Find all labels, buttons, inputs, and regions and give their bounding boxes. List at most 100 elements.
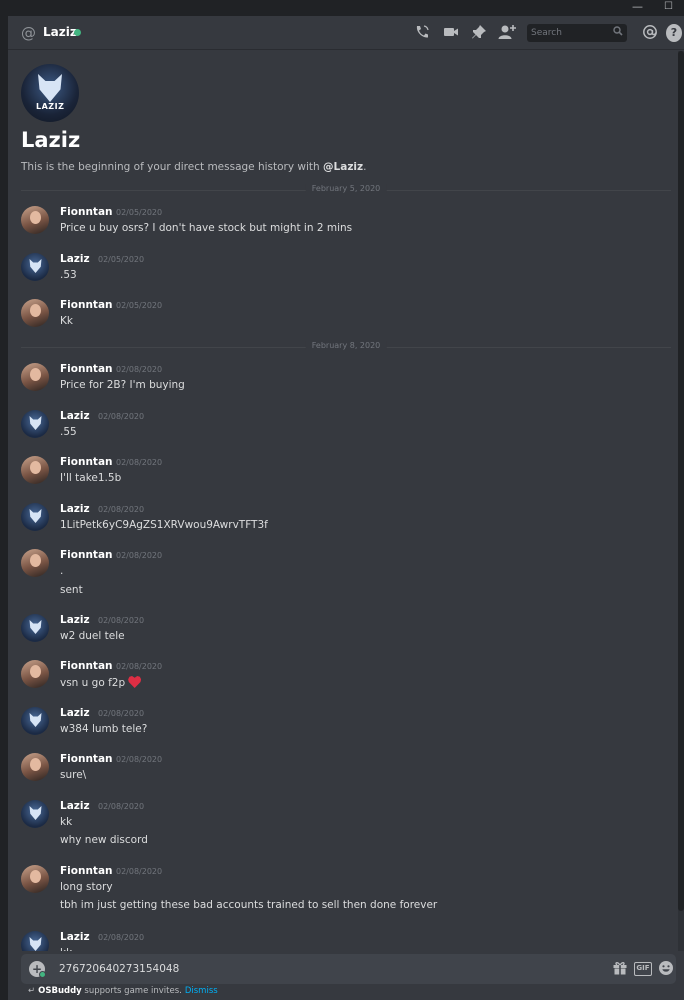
message-text: tbh im just getting these bad accounts t… xyxy=(60,899,438,911)
message-timestamp: 02/05/2020 xyxy=(116,208,163,217)
emoji-icon[interactable] xyxy=(657,960,675,978)
message-text: Price u buy osrs? I don't have stock but… xyxy=(60,222,353,234)
attach-plus-icon[interactable]: + xyxy=(29,961,46,978)
game-invite-notice: ↵ OSBuddy supports game invites. Dismiss xyxy=(28,986,218,996)
search-icon xyxy=(613,26,623,39)
gif-icon[interactable]: GIF xyxy=(634,962,652,976)
message-text: I'll take1.5b xyxy=(60,472,122,484)
avatar[interactable] xyxy=(21,800,49,828)
avatar[interactable] xyxy=(21,456,49,484)
message-text: .53 xyxy=(60,269,77,281)
heart-emoji-icon xyxy=(128,676,142,688)
notice-app-name: OSBuddy xyxy=(38,986,82,996)
message-text: Price for 2B? I'm buying xyxy=(60,379,185,391)
mention-icon[interactable] xyxy=(641,24,659,42)
message-text: Kk xyxy=(60,315,73,327)
search-box[interactable] xyxy=(527,24,627,42)
video-icon[interactable] xyxy=(442,24,460,42)
online-status-icon xyxy=(74,29,81,36)
avatar[interactable] xyxy=(21,931,49,951)
discord-dm-window: @ Laziz ? LAZIZ Laziz xyxy=(8,16,684,1000)
message-author[interactable]: Fionntan xyxy=(60,549,113,561)
dismiss-link[interactable]: Dismiss xyxy=(185,986,218,996)
message-text: 1LitPetk6yC9AgZS1XRVwou9AwrvTFT3f xyxy=(60,519,268,531)
avatar[interactable] xyxy=(21,253,49,281)
message-text: vsn u go f2p xyxy=(60,676,142,689)
gift-icon[interactable] xyxy=(611,960,629,978)
message-author[interactable]: Laziz xyxy=(60,707,90,719)
message-author[interactable]: Fionntan xyxy=(60,206,113,218)
help-icon[interactable]: ? xyxy=(666,24,682,42)
date-divider: February 8, 2020 xyxy=(21,341,671,350)
message-timestamp: 02/05/2020 xyxy=(98,255,145,264)
message-timestamp: 02/08/2020 xyxy=(98,505,145,514)
avatar[interactable] xyxy=(21,299,49,327)
message-list[interactable]: LAZIZ Laziz This is the beginning of you… xyxy=(8,51,684,951)
message-text: kk xyxy=(60,947,72,951)
minimize-window-button[interactable]: — xyxy=(632,0,643,13)
message-author[interactable]: Laziz xyxy=(60,800,90,812)
dm-intro-title: Laziz xyxy=(21,128,81,152)
avatar[interactable] xyxy=(21,614,49,642)
dm-intro-text: This is the beginning of your direct mes… xyxy=(21,161,367,173)
add-friend-icon[interactable] xyxy=(498,24,516,42)
message-timestamp: 02/08/2020 xyxy=(98,802,145,811)
dm-recipient-name[interactable]: Laziz xyxy=(43,25,77,39)
maximize-window-button[interactable]: ☐ xyxy=(664,1,673,12)
reply-arrow-icon: ↵ xyxy=(28,986,36,996)
message-author[interactable]: Fionntan xyxy=(60,753,113,765)
message-text: . xyxy=(60,565,64,577)
notice-text: supports game invites. xyxy=(81,986,182,996)
avatar[interactable] xyxy=(21,363,49,391)
message-input[interactable] xyxy=(59,961,499,977)
message-author[interactable]: Laziz xyxy=(60,614,90,626)
avatar[interactable] xyxy=(21,753,49,781)
avatar-logo-text: LAZIZ xyxy=(36,102,65,111)
message-author[interactable]: Laziz xyxy=(60,931,90,943)
message-timestamp: 02/05/2020 xyxy=(116,301,163,310)
at-icon: @ xyxy=(21,24,36,42)
status-dot-icon xyxy=(39,971,46,978)
avatar[interactable] xyxy=(21,206,49,234)
message-text: sent xyxy=(60,584,83,596)
message-text: kk xyxy=(60,816,73,828)
message-author[interactable]: Fionntan xyxy=(60,363,113,375)
phone-call-icon[interactable] xyxy=(413,24,431,42)
message-timestamp: 02/08/2020 xyxy=(116,365,163,374)
message-timestamp: 02/08/2020 xyxy=(116,867,163,876)
message-author[interactable]: Fionntan xyxy=(60,299,113,311)
scrollbar-thumb[interactable] xyxy=(678,51,684,911)
message-timestamp: 02/08/2020 xyxy=(116,458,163,467)
avatar[interactable] xyxy=(21,410,49,438)
date-divider: February 5, 2020 xyxy=(21,184,671,193)
pin-icon[interactable] xyxy=(470,24,488,42)
wolf-logo-icon xyxy=(38,74,62,102)
avatar[interactable] xyxy=(21,865,49,893)
message-timestamp: 02/08/2020 xyxy=(98,709,145,718)
message-timestamp: 02/08/2020 xyxy=(98,412,145,421)
message-author[interactable]: Laziz xyxy=(60,253,90,265)
recipient-mention[interactable]: @Laziz xyxy=(323,161,363,173)
message-list-scrollbar[interactable] xyxy=(678,51,684,951)
message-author[interactable]: Fionntan xyxy=(60,660,113,672)
message-timestamp: 02/08/2020 xyxy=(98,616,145,625)
window-titlebar: — ☐ xyxy=(0,0,684,16)
message-author[interactable]: Fionntan xyxy=(60,456,113,468)
message-author[interactable]: Fionntan xyxy=(60,865,113,877)
message-timestamp: 02/08/2020 xyxy=(116,755,163,764)
avatar[interactable] xyxy=(21,549,49,577)
message-text: sure\ xyxy=(60,769,87,781)
message-author[interactable]: Laziz xyxy=(60,503,90,515)
message-text: w2 duel tele xyxy=(60,630,125,642)
message-text: why new discord xyxy=(60,834,148,846)
dm-header: @ Laziz ? xyxy=(8,16,684,50)
avatar[interactable] xyxy=(21,503,49,531)
avatar[interactable] xyxy=(21,660,49,688)
search-input[interactable] xyxy=(531,26,609,40)
avatar[interactable] xyxy=(21,707,49,735)
message-timestamp: 02/08/2020 xyxy=(116,662,163,671)
message-text: w384 lumb tele? xyxy=(60,723,148,735)
message-text: long story xyxy=(60,881,113,893)
message-author[interactable]: Laziz xyxy=(60,410,90,422)
message-text: .55 xyxy=(60,426,77,438)
